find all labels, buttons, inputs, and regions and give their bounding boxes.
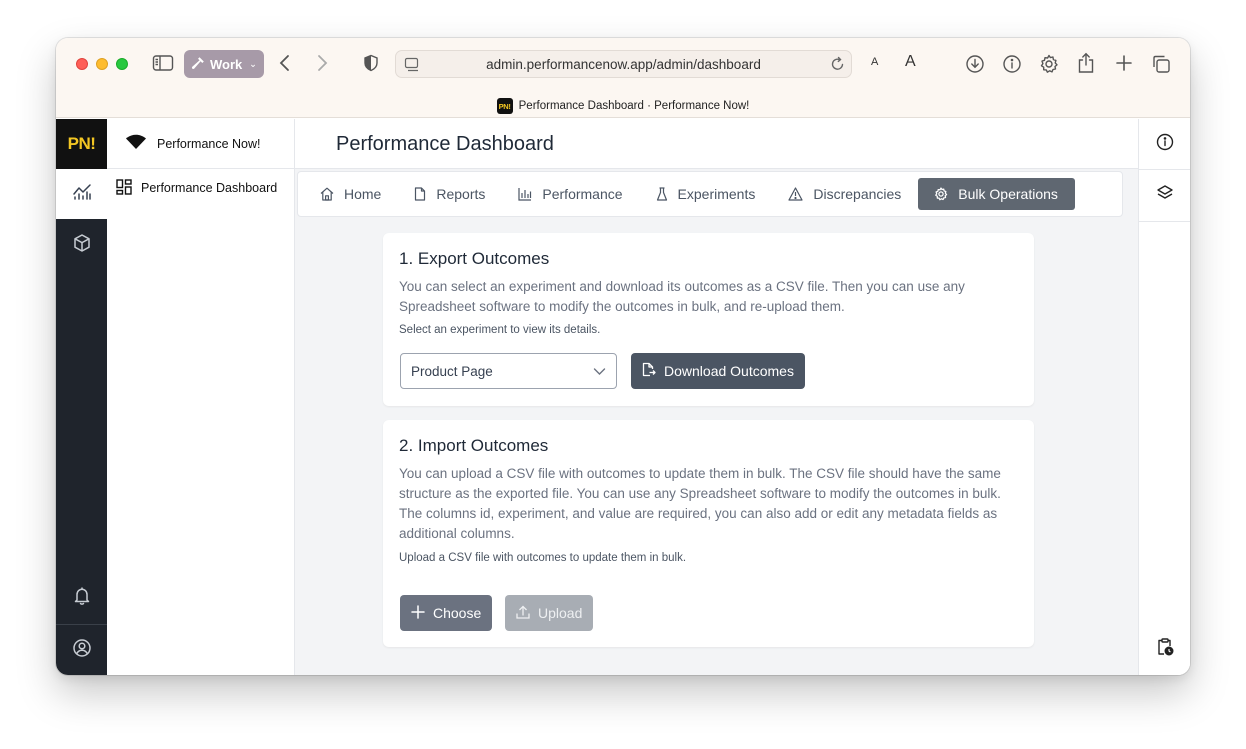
tab-label: Home: [344, 186, 382, 202]
url-text: admin.performancenow.app/admin/dashboard: [486, 56, 761, 72]
bar-chart-icon: [518, 187, 532, 201]
tab-label: Experiments: [677, 186, 756, 202]
tab-label: Performance: [542, 186, 623, 202]
share-icon[interactable]: [1077, 52, 1095, 74]
file-icon: [414, 187, 426, 201]
file-export-icon: [642, 362, 656, 380]
rail-item-analytics[interactable]: [56, 169, 107, 219]
cube-icon: [72, 233, 92, 258]
forward-icon[interactable]: [315, 54, 329, 72]
import-title: 2. Import Outcomes: [399, 436, 549, 455]
import-outcomes-card: 2. Import Outcomes You can upload a CSV …: [383, 420, 1034, 647]
import-hint: Upload a CSV file with outcomes to updat…: [399, 552, 687, 564]
home-icon: [320, 187, 334, 201]
downloads-icon[interactable]: [965, 54, 985, 74]
flask-icon: [656, 187, 668, 201]
page-header: Performance Dashboard: [295, 119, 1138, 169]
export-hint: Select an experiment to view its details…: [399, 324, 601, 336]
bell-icon: [73, 586, 91, 611]
brand-name: Performance Now!: [157, 136, 261, 151]
sidebar-item-performance-dashboard[interactable]: Performance Dashboard: [107, 177, 295, 199]
favicon: PN!: [496, 98, 513, 114]
warning-icon: [788, 187, 803, 201]
choose-file-button[interactable]: Choose: [400, 595, 493, 631]
main-area: Performance Dashboard Home Reports Perfo…: [295, 119, 1138, 675]
experiment-select[interactable]: Product Page: [400, 353, 617, 389]
tab-reports[interactable]: Reports: [398, 178, 502, 210]
export-description: You can select an experiment and downloa…: [399, 279, 965, 314]
tab-bulk-operations[interactable]: Bulk Operations: [918, 178, 1075, 210]
zoom-window-button[interactable]: [116, 58, 128, 70]
chevron-down-icon: [593, 365, 606, 381]
upload-label: Upload: [538, 605, 583, 621]
settings-gear-icon[interactable]: [1039, 54, 1059, 74]
icon-rail: PN!: [56, 119, 107, 675]
upload-button[interactable]: Upload: [505, 595, 594, 631]
dashboard-grid-icon: [116, 178, 132, 198]
page-title: Performance Dashboard: [336, 133, 554, 155]
sidebar-toggle-icon[interactable]: [152, 54, 174, 72]
browser-tab[interactable]: PN! Performance Dashboard · Performance …: [56, 94, 1190, 118]
decrease-font-button[interactable]: A: [871, 56, 878, 68]
profile-button[interactable]: Work ⌄: [184, 50, 264, 78]
info-circle-icon[interactable]: [1002, 54, 1022, 74]
chevron-down-icon: ⌄: [249, 58, 257, 69]
layers-icon: [1156, 184, 1174, 207]
hammer-icon: [191, 56, 205, 73]
info-button[interactable]: [1139, 119, 1190, 169]
tab-experiments[interactable]: Experiments: [640, 178, 773, 210]
tab-overview-icon[interactable]: [1151, 54, 1171, 74]
choose-label: Choose: [433, 605, 482, 621]
rail-item-account[interactable]: [56, 625, 107, 675]
tab-home[interactable]: Home: [304, 178, 398, 210]
export-outcomes-card: 1. Export Outcomes You can select an exp…: [383, 233, 1034, 406]
export-title: 1. Export Outcomes: [399, 249, 550, 268]
download-outcomes-button[interactable]: Download Outcomes: [631, 353, 805, 389]
rail-item-notifications[interactable]: [56, 573, 107, 623]
rail-item-packages[interactable]: [56, 220, 107, 270]
clipboard-history-button[interactable]: [1139, 624, 1190, 674]
sidebar-item-label: Performance Dashboard: [141, 181, 278, 195]
download-outcomes-label: Download Outcomes: [664, 363, 794, 379]
clipboard-clock-icon: [1156, 637, 1174, 661]
browser-toolbar: Work ⌄ admin.performancenow.app/admin/da…: [56, 38, 1190, 118]
tab-title: Performance Dashboard · Performance Now!: [518, 100, 750, 112]
address-bar[interactable]: admin.performancenow.app/admin/dashboard: [395, 50, 852, 78]
tab-label: Reports: [436, 186, 486, 202]
experiment-select-value: Product Page: [411, 363, 493, 379]
info-circle-icon: [1156, 133, 1174, 156]
layers-button[interactable]: [1139, 170, 1190, 220]
close-window-button[interactable]: [76, 58, 88, 70]
tab-label: Bulk Operations: [958, 186, 1058, 202]
wifi-logo-icon: [125, 134, 147, 153]
new-tab-icon[interactable]: [1115, 54, 1133, 72]
browser-window: Work ⌄ admin.performancenow.app/admin/da…: [56, 38, 1190, 675]
chart-line-icon: [72, 183, 92, 206]
side-navigation: Performance Now! Performance Dashboard: [107, 119, 295, 675]
upload-icon: [516, 605, 530, 622]
privacy-shield-icon[interactable]: [363, 54, 379, 72]
right-toolbar: [1138, 119, 1190, 675]
gear-icon: [934, 187, 948, 201]
app-logo[interactable]: PN!: [56, 119, 107, 169]
right-toolbar-divider: [1139, 221, 1190, 222]
user-circle-icon: [72, 638, 92, 663]
tab-bar: Home Reports Performance Experiments Dis…: [297, 171, 1123, 217]
minimize-window-button[interactable]: [96, 58, 108, 70]
page-menu-icon[interactable]: [404, 57, 420, 75]
increase-font-button[interactable]: A: [905, 53, 916, 71]
tab-performance[interactable]: Performance: [502, 178, 639, 210]
import-description: You can upload a CSV file with outcomes …: [399, 466, 1001, 541]
back-icon[interactable]: [278, 54, 292, 72]
app-content: PN! Performance Now! Performance Dashboa…: [56, 119, 1190, 675]
tab-label: Discrepancies: [813, 186, 902, 202]
plus-icon: [411, 604, 425, 622]
brand-header[interactable]: Performance Now!: [107, 119, 295, 169]
tab-discrepancies[interactable]: Discrepancies: [772, 178, 918, 210]
profile-label: Work: [210, 56, 243, 72]
reload-icon[interactable]: [830, 56, 845, 75]
